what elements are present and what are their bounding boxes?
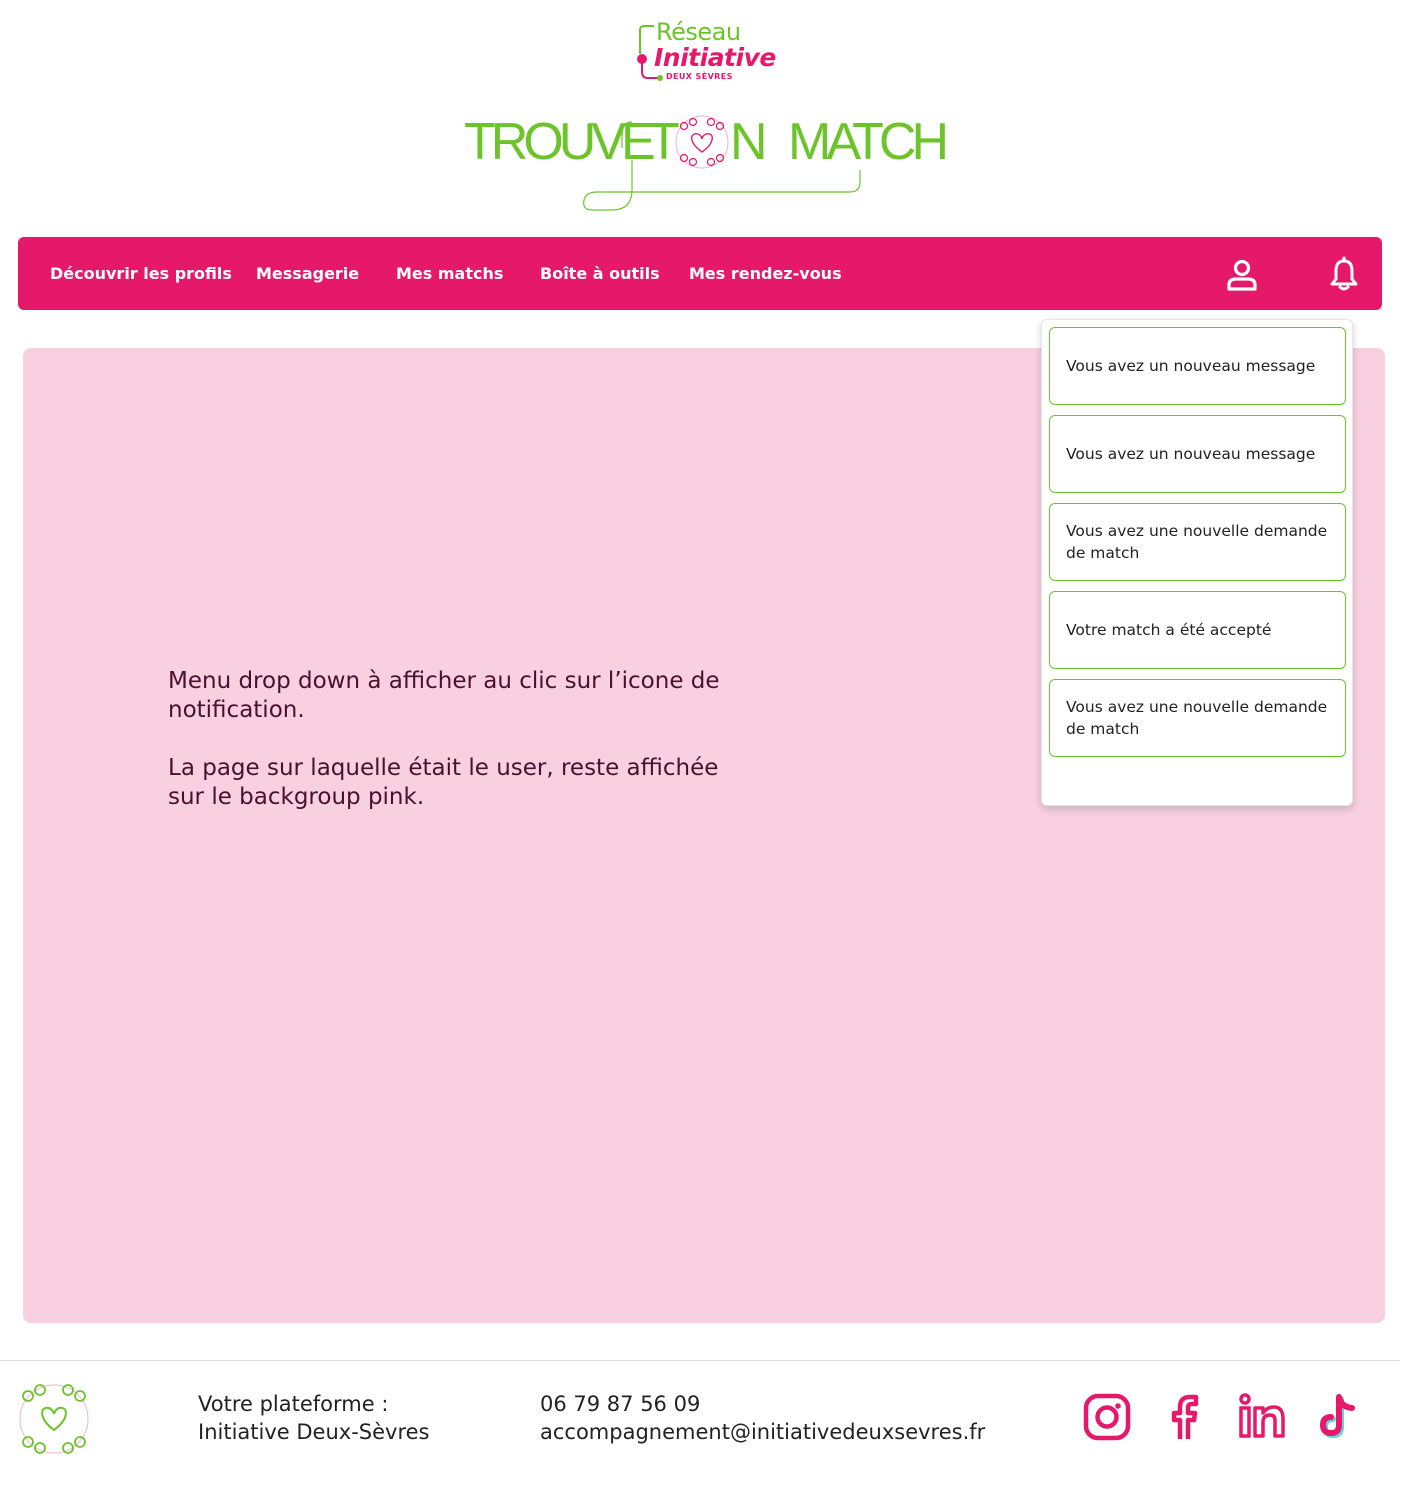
- logo-initiative-text: Initiative: [654, 43, 776, 72]
- footer-platform-label: Votre plateforme :: [198, 1392, 389, 1416]
- title-word-trouve: TROUVE: [464, 113, 656, 171]
- trouve-ton-match-logo: TROUVE T N MATCH: [462, 108, 949, 218]
- notification-item[interactable]: Votre match a été accepté: [1049, 591, 1346, 669]
- logo-reseau-text: Réseau: [656, 18, 741, 46]
- notification-item[interactable]: Vous avez un nouveau message: [1049, 415, 1346, 493]
- nav-item-messagerie[interactable]: Messagerie: [256, 264, 359, 283]
- footer-email-link[interactable]: accompagnement@initiativedeuxsevres.fr: [540, 1418, 985, 1446]
- notification-dropdown: Vous avez un nouveau message Vous avez u…: [1041, 319, 1353, 806]
- tiktok-icon[interactable]: [1312, 1391, 1362, 1443]
- footer-divider: [0, 1360, 1400, 1361]
- nav-item-mes-matchs[interactable]: Mes matchs: [396, 264, 503, 283]
- main-navbar: Découvrir les profils Messagerie Mes mat…: [18, 237, 1382, 310]
- title-letter-t: T: [648, 113, 680, 171]
- bell-icon[interactable]: [1324, 255, 1364, 295]
- notification-item[interactable]: Vous avez une nouvelle demande de match: [1049, 503, 1346, 581]
- title-letter-n: N: [730, 113, 767, 171]
- user-icon[interactable]: [1222, 255, 1262, 295]
- notification-item[interactable]: Vous avez un nouveau message: [1049, 327, 1346, 405]
- nav-item-decouvrir-profils[interactable]: Découvrir les profils: [50, 264, 232, 283]
- instagram-icon[interactable]: [1082, 1391, 1132, 1443]
- reseau-initiative-logo: Réseau Initiative DEUX SÈVRES: [630, 18, 780, 88]
- annotation-note-2: La page sur laquelle était le user, rest…: [168, 755, 719, 810]
- footer-phone[interactable]: 06 79 87 56 09: [540, 1390, 700, 1418]
- notification-item[interactable]: Vous avez une nouvelle demande de match: [1049, 679, 1346, 757]
- footer-emblem-logo: [18, 1378, 90, 1460]
- nav-item-mes-rendez-vous[interactable]: Mes rendez-vous: [689, 264, 842, 283]
- facebook-icon[interactable]: [1160, 1391, 1210, 1443]
- nav-item-boite-outils[interactable]: Boîte à outils: [540, 264, 660, 283]
- title-word-match: MATCH: [788, 113, 949, 171]
- footer-platform-name: Initiative Deux-Sèvres: [198, 1420, 430, 1444]
- annotation-note-1: Menu drop down à afficher au clic sur l’…: [168, 668, 720, 723]
- linkedin-icon[interactable]: [1237, 1391, 1287, 1443]
- logo-deux-sevres-text: DEUX SÈVRES: [666, 72, 733, 81]
